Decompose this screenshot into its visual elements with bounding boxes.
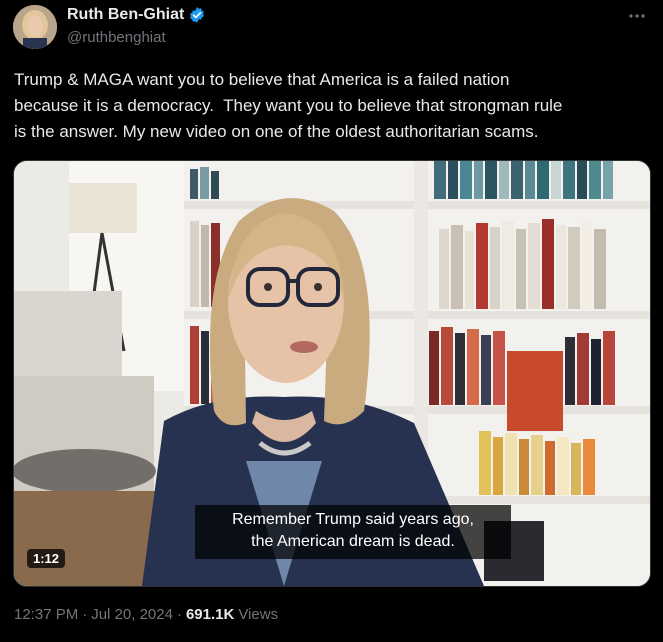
tweet-meta: 12:37 PM · Jul 20, 2024 · 691.1K Views (14, 606, 278, 623)
caption-line-2: the American dream is dead. (251, 533, 455, 550)
author-handle[interactable]: @ruthbenghiat (67, 29, 166, 46)
author-name[interactable]: Ruth Ben-Ghiat (67, 6, 184, 24)
tweet-time[interactable]: 12:37 PM (14, 606, 78, 623)
meta-separator: · (82, 606, 88, 623)
video-duration: 1:12 (27, 549, 66, 568)
caption-line-1: Remember Trump said years ago, (232, 511, 474, 528)
tweet-text: Trump & MAGA want you to believe that Am… (14, 70, 563, 141)
meta-separator-2: · (176, 606, 182, 623)
tweet-card: Ruth Ben-Ghiat @ruthbenghiat Trump & MAG… (0, 0, 663, 642)
video-caption: Remember Trump said years ago, the Ameri… (195, 505, 511, 559)
author-row: Ruth Ben-Ghiat (67, 6, 206, 24)
views-count[interactable]: 691.1K (186, 606, 234, 623)
verified-badge-icon[interactable] (188, 6, 206, 24)
tweet-date[interactable]: Jul 20, 2024 (91, 606, 173, 623)
video-player[interactable]: Remember Trump said years ago, the Ameri… (13, 160, 651, 587)
views-label: Views (238, 606, 279, 623)
avatar[interactable] (13, 5, 57, 49)
more-options-icon[interactable] (627, 6, 647, 26)
